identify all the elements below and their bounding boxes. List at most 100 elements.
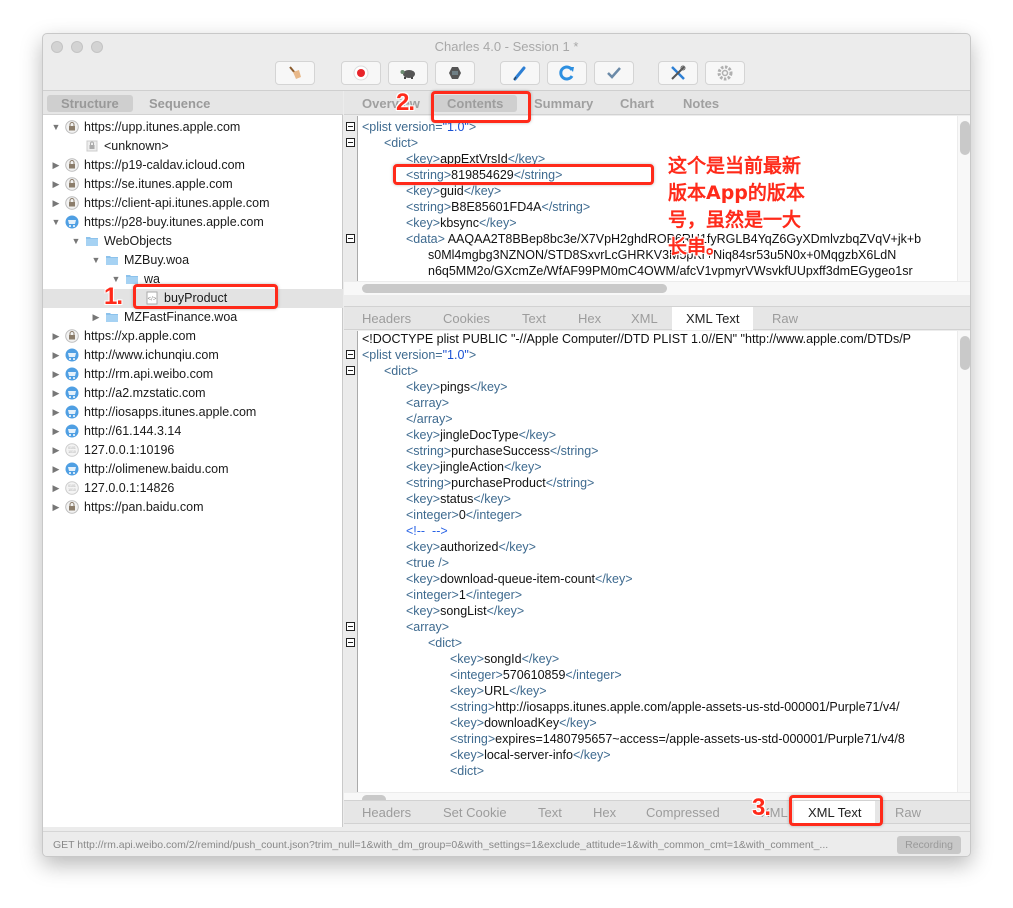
repeat-button[interactable] bbox=[547, 61, 587, 85]
request-tab-hex[interactable]: Hex bbox=[578, 311, 601, 326]
annotation-highlight-version-string bbox=[393, 164, 654, 185]
tab-sequence[interactable]: Sequence bbox=[135, 95, 224, 112]
globe-icon bbox=[65, 348, 79, 362]
request-tab-raw[interactable]: Raw bbox=[772, 311, 798, 326]
collapse-toggle-icon[interactable] bbox=[346, 366, 355, 375]
disclosure-expanded-icon[interactable]: ▼ bbox=[71, 232, 81, 251]
tree-row[interactable]: ▶ http://iosapps.itunes.apple.com bbox=[43, 403, 343, 422]
tree-row[interactable]: ▶ https://p19-caldav.icloud.com bbox=[43, 156, 343, 175]
tree-row[interactable]: ▶ http://www.ichunqiu.com bbox=[43, 346, 343, 365]
disclosure-collapsed-icon[interactable]: ▶ bbox=[51, 460, 61, 479]
disclosure-collapsed-icon[interactable]: ▶ bbox=[51, 327, 61, 346]
tree-row[interactable]: ▶ https://se.itunes.apple.com bbox=[43, 175, 343, 194]
request-body-viewer[interactable]: <plist version="1.0"> <dict> <key>appExtVr… bbox=[344, 116, 970, 295]
checkmark-icon bbox=[607, 67, 621, 79]
tree-row[interactable]: <unknown> bbox=[43, 137, 343, 156]
collapse-toggle-icon[interactable] bbox=[346, 622, 355, 631]
record-button[interactable] bbox=[341, 61, 381, 85]
tab-overview[interactable]: Overview bbox=[348, 95, 434, 112]
response-tab-raw[interactable]: Raw bbox=[895, 805, 921, 820]
tab-notes[interactable]: Notes bbox=[669, 95, 733, 112]
response-vertical-scrollbar-track[interactable] bbox=[957, 331, 970, 792]
tree-row[interactable]: ▶ 0101 1010 127.0.0.1:10196 bbox=[43, 441, 343, 460]
collapse-toggle-icon[interactable] bbox=[346, 638, 355, 647]
tree-row-label: WebObjects bbox=[104, 234, 172, 248]
tab-chart[interactable]: Chart bbox=[606, 95, 668, 112]
disclosure-collapsed-icon[interactable]: ▶ bbox=[51, 422, 61, 441]
folder-icon bbox=[105, 310, 119, 324]
response-body-viewer[interactable]: <!DOCTYPE plist PUBLIC "-//Apple Compute… bbox=[344, 331, 970, 806]
disclosure-collapsed-icon[interactable]: ▶ bbox=[51, 365, 61, 384]
tree-row-label: http://a2.mzstatic.com bbox=[84, 386, 206, 400]
clear-session-button[interactable] bbox=[275, 61, 315, 85]
response-tab-compressed[interactable]: Compressed bbox=[646, 805, 720, 820]
recording-button[interactable]: Recording bbox=[897, 836, 961, 854]
request-tab-headers[interactable]: Headers bbox=[362, 311, 411, 326]
tools-button[interactable] bbox=[658, 61, 698, 85]
throttle-button[interactable] bbox=[388, 61, 428, 85]
disclosure-collapsed-icon[interactable]: ▶ bbox=[51, 441, 61, 460]
request-horizontal-scrollbar-track[interactable] bbox=[344, 281, 970, 295]
tab-structure[interactable]: Structure bbox=[47, 95, 133, 112]
compose-button[interactable] bbox=[500, 61, 540, 85]
tree-row[interactable]: ▶ https://client-api.itunes.apple.com bbox=[43, 194, 343, 213]
disclosure-collapsed-icon[interactable]: ▶ bbox=[51, 175, 61, 194]
response-tab-hex[interactable]: Hex bbox=[593, 805, 616, 820]
settings-button[interactable] bbox=[705, 61, 745, 85]
tree-row-label: https://client-api.itunes.apple.com bbox=[84, 196, 270, 210]
response-tab-headers[interactable]: Headers bbox=[362, 805, 411, 820]
response-tab-set-cookie[interactable]: Set Cookie bbox=[443, 805, 507, 820]
request-tab-cookies[interactable]: Cookies bbox=[443, 311, 490, 326]
disclosure-collapsed-icon[interactable]: ▶ bbox=[51, 194, 61, 213]
request-tab-text[interactable]: Text bbox=[522, 311, 546, 326]
collapse-toggle-icon[interactable] bbox=[346, 350, 355, 359]
collapse-toggle-icon[interactable] bbox=[346, 122, 355, 131]
disclosure-collapsed-icon[interactable]: ▶ bbox=[51, 346, 61, 365]
response-vertical-scrollbar[interactable] bbox=[960, 336, 970, 370]
disclosure-collapsed-icon[interactable]: ▶ bbox=[51, 403, 61, 422]
tree-row[interactable]: ▶ 0101 1010 127.0.0.1:14826 bbox=[43, 479, 343, 498]
tree-row-label: http://www.ichunqiu.com bbox=[84, 348, 219, 362]
tab-summary[interactable]: Summary bbox=[520, 95, 607, 112]
tree-row[interactable]: ▶ https://xp.apple.com bbox=[43, 327, 343, 346]
disclosure-expanded-icon[interactable]: ▼ bbox=[51, 118, 61, 137]
request-tab-xml-text[interactable]: XML Text bbox=[672, 307, 754, 330]
tree-row[interactable]: ▶ https://pan.baidu.com bbox=[43, 498, 343, 517]
tree-row[interactable]: ▼ https://upp.itunes.apple.com bbox=[43, 118, 343, 137]
disclosure-expanded-icon[interactable]: ▼ bbox=[51, 213, 61, 232]
breakpoints-button[interactable] bbox=[435, 61, 475, 85]
annotation-highlight-buyproduct bbox=[133, 284, 278, 309]
code-line: <key>jingleDocType</key> bbox=[406, 428, 557, 442]
request-vertical-scrollbar[interactable] bbox=[960, 121, 970, 155]
request-tab-xml[interactable]: XML bbox=[631, 311, 658, 326]
disclosure-expanded-icon[interactable]: ▼ bbox=[91, 251, 101, 270]
annotation-step-1: 1. bbox=[104, 283, 123, 310]
collapse-toggle-icon[interactable] bbox=[346, 138, 355, 147]
disclosure-collapsed-icon[interactable]: ▶ bbox=[51, 498, 61, 517]
code-line: <dict> bbox=[428, 636, 463, 650]
lock-globe-icon bbox=[65, 500, 79, 514]
request-horizontal-scrollbar[interactable] bbox=[362, 284, 667, 293]
globe-icon bbox=[65, 424, 79, 438]
request-vertical-scrollbar-track[interactable] bbox=[957, 116, 970, 281]
disclosure-collapsed-icon[interactable]: ▶ bbox=[51, 479, 61, 498]
annotation-highlight-contents-tab bbox=[431, 91, 531, 123]
tree-row[interactable]: ▶ http://61.144.3.14 bbox=[43, 422, 343, 441]
disclosure-collapsed-icon[interactable]: ▶ bbox=[51, 156, 61, 175]
tree-row[interactable]: ▶ http://rm.api.weibo.com bbox=[43, 365, 343, 384]
disclosure-collapsed-icon[interactable]: ▶ bbox=[51, 384, 61, 403]
globe-icon bbox=[65, 215, 79, 229]
left-tab-bar: Structure Sequence bbox=[43, 91, 343, 115]
tree-row[interactable]: ▶ http://a2.mzstatic.com bbox=[43, 384, 343, 403]
code-line: <key>songList</key> bbox=[406, 604, 525, 618]
tree-row[interactable]: ▶ MZFastFinance.woa bbox=[43, 308, 343, 327]
response-tab-text[interactable]: Text bbox=[538, 805, 562, 820]
validate-button[interactable] bbox=[594, 61, 634, 85]
tree-row[interactable]: ▼ WebObjects bbox=[43, 232, 343, 251]
tree-row[interactable]: ▼ https://p28-buy.itunes.apple.com bbox=[43, 213, 343, 232]
collapse-toggle-icon[interactable] bbox=[346, 234, 355, 243]
gear-icon bbox=[717, 65, 733, 81]
tree-row[interactable]: ▼ MZBuy.woa bbox=[43, 251, 343, 270]
disclosure-collapsed-icon[interactable]: ▶ bbox=[91, 308, 101, 327]
tree-row[interactable]: ▶ http://olimenew.baidu.com bbox=[43, 460, 343, 479]
